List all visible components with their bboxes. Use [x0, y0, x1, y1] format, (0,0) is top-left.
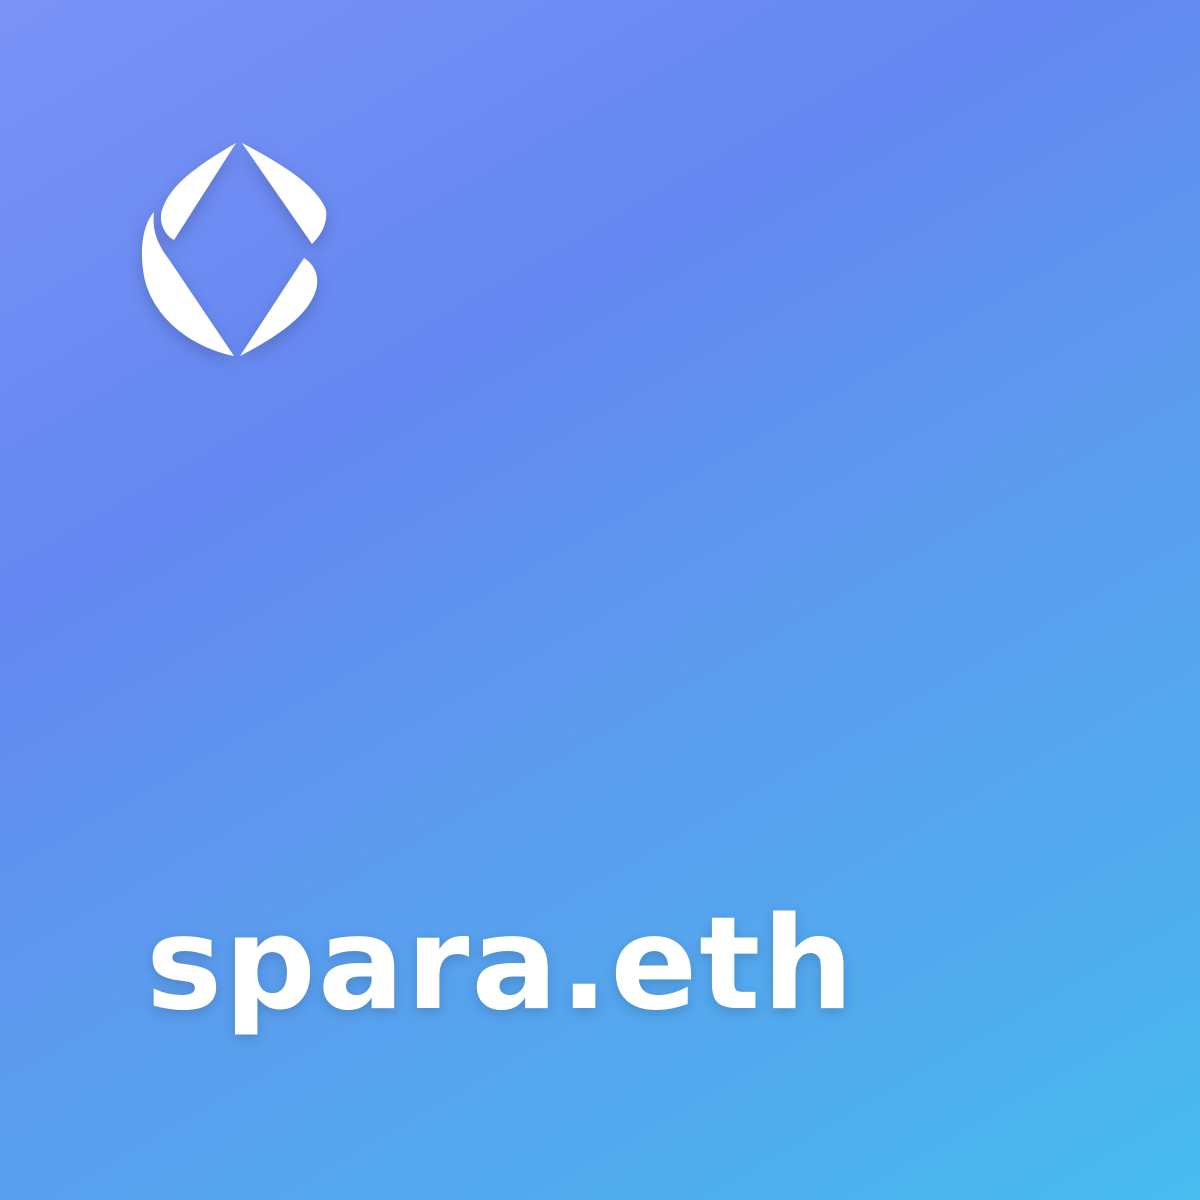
- ens-name-card: spara.eth: [0, 0, 1200, 1200]
- ens-domain-name: spara.eth: [146, 890, 856, 1039]
- ens-logo-icon: [141, 143, 327, 356]
